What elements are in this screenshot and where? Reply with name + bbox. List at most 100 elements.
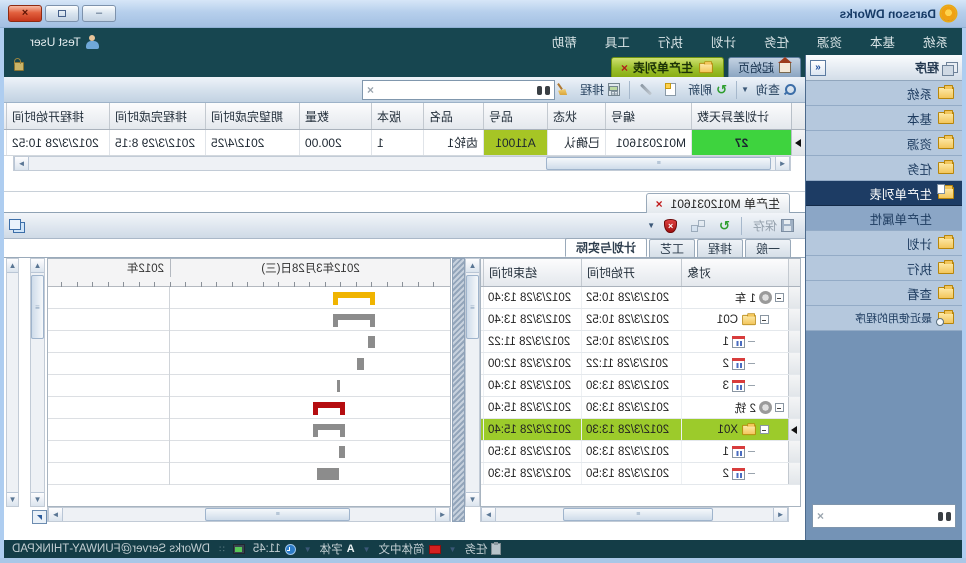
scroll-right-icon[interactable]: ► — [14, 157, 29, 170]
subtab-process[interactable]: 工艺 — [649, 239, 695, 257]
col-expected-finish[interactable]: 期望完成时间 — [205, 103, 299, 129]
scroll-thumb[interactable]: ≡ — [466, 275, 479, 339]
scroll-right-icon[interactable]: ► — [48, 508, 63, 521]
status-clock[interactable]: 11:45 — [253, 543, 296, 555]
filter-search-input[interactable] — [378, 82, 533, 98]
sidebar-item-execute[interactable]: 执行 — [806, 256, 962, 281]
sidebar-item-recent-programs[interactable]: 最近使用的程序 — [806, 306, 962, 331]
tree-row-operation[interactable]: 1 2012/3/28 13:30 2012/3/28 13:50 — [481, 441, 800, 463]
sidebar-search-input[interactable] — [828, 508, 934, 524]
query-dropdown-icon[interactable]: ▼ — [741, 85, 749, 94]
scroll-thumb[interactable]: ≡ — [563, 508, 713, 521]
schedule-button[interactable]: 排程 — [575, 79, 625, 100]
tree-horizontal-scrollbar[interactable]: ◄ ≡ ► — [480, 507, 789, 522]
subtab-schedule[interactable]: 排程 — [697, 239, 743, 257]
dropdown-icon[interactable]: ▼ — [449, 545, 457, 554]
sidebar-item-plan[interactable]: 计划 — [806, 231, 962, 256]
filter-clear-icon[interactable]: × — [367, 83, 374, 97]
workflow-button[interactable] — [686, 218, 710, 234]
menu-resource[interactable]: 资源 — [803, 32, 856, 51]
menu-basic[interactable]: 基本 — [856, 32, 909, 51]
scroll-left-icon[interactable]: ◄ — [435, 508, 450, 521]
gantt-bar[interactable] — [333, 292, 375, 298]
validate-dropdown-icon[interactable]: ▼ — [647, 221, 655, 230]
scroll-down-icon[interactable]: ▼ — [466, 492, 479, 506]
scroll-to-task-button[interactable] — [32, 510, 47, 524]
menu-task[interactable]: 任务 — [750, 32, 803, 51]
sidebar-item-task[interactable]: 任务 — [806, 156, 962, 181]
status-font-selector[interactable]: A 字体 — [320, 541, 355, 557]
scroll-right-icon[interactable]: ► — [481, 508, 496, 521]
gantt-bar[interactable] — [317, 468, 339, 480]
subtab-general[interactable]: 一般 — [745, 239, 791, 257]
scroll-up-icon[interactable]: ▲ — [7, 259, 18, 273]
subtab-plan-vs-actual[interactable]: 计划与实际 — [565, 238, 647, 257]
gantt-bar[interactable] — [333, 314, 375, 320]
gantt-bar[interactable] — [313, 402, 345, 408]
gantt-bar[interactable] — [313, 424, 345, 430]
col-object[interactable]: 对象 — [681, 259, 788, 286]
gantt-bar[interactable] — [337, 380, 340, 392]
tree-row-order[interactable]: C01 2012/3/28 10:52 2012/3/28 13:40 — [481, 309, 800, 331]
filter-search-box[interactable]: × — [362, 80, 555, 100]
sidebar-item-production-order-list[interactable]: 生产单列表 — [806, 181, 962, 206]
col-start-time[interactable]: 开始时间 — [581, 259, 681, 286]
col-item-name[interactable]: 品名 — [423, 103, 483, 129]
tab-home[interactable]: 起始页 — [728, 57, 801, 77]
save-button[interactable]: 保存 — [748, 215, 799, 236]
menu-help[interactable]: 帮助 — [538, 32, 591, 51]
tree-row-operation[interactable]: 1 2012/3/28 10:52 2012/3/28 11:22 — [481, 331, 800, 353]
col-plan-diff-days[interactable]: 计划差异天数 — [691, 103, 791, 129]
col-scheduled-start[interactable]: 排程开始时间 — [6, 103, 109, 129]
col-item-no[interactable]: 品号 — [483, 103, 547, 129]
collapse-expander-icon[interactable] — [760, 425, 769, 434]
minimize-button[interactable]: – — [82, 5, 116, 22]
scroll-left-icon[interactable]: ◄ — [775, 157, 790, 170]
panel-splitter[interactable] — [452, 258, 465, 522]
query-button[interactable]: 查询 — [751, 79, 801, 100]
window-copy-icon[interactable] — [10, 219, 25, 232]
gantt-bar[interactable] — [368, 336, 375, 348]
new-button[interactable] — [660, 81, 681, 98]
menu-plan[interactable]: 计划 — [697, 32, 750, 51]
sidebar-item-system[interactable]: 系统 — [806, 81, 962, 106]
gantt-bar[interactable] — [339, 446, 345, 458]
doc-refresh-button[interactable]: ↻ — [714, 217, 735, 234]
tree-row-operation[interactable]: 2 2012/3/28 13:50 2012/3/28 15:30 — [481, 463, 800, 485]
col-status[interactable]: 状态 — [547, 103, 605, 129]
scroll-down-icon[interactable]: ▼ — [7, 492, 18, 506]
scroll-left-icon[interactable]: ◄ — [773, 508, 788, 521]
maximize-button[interactable] — [45, 5, 79, 22]
refresh-button[interactable]: ↻ 刷新 — [683, 79, 732, 100]
close-button[interactable]: × — [8, 5, 42, 22]
col-version[interactable]: 版本 — [371, 103, 423, 129]
sidebar-search-box[interactable]: × — [812, 504, 956, 528]
status-task-button[interactable]: 任务 — [464, 541, 501, 557]
scroll-up-icon[interactable]: ▲ — [466, 259, 479, 273]
collapse-expander-icon[interactable] — [760, 315, 769, 324]
tree-row-resource[interactable]: 1 车 2012/3/28 10:52 2012/3/28 13:40 — [481, 287, 800, 309]
gantt-vertical-scrollbar[interactable]: ▲ ≡ ▼ — [30, 258, 45, 507]
document-tab-close-icon[interactable]: × — [656, 197, 663, 211]
scroll-thumb[interactable]: ≡ — [546, 157, 771, 170]
menu-execute[interactable]: 执行 — [644, 32, 697, 51]
sidebar-collapse-button[interactable]: « — [810, 60, 826, 76]
gantt-bar[interactable] — [357, 358, 364, 370]
dropdown-icon[interactable]: ▼ — [363, 545, 371, 554]
col-quantity[interactable]: 数量 — [299, 103, 371, 129]
collapse-expander-icon[interactable] — [775, 403, 784, 412]
status-language-selector[interactable]: 简体中文 — [379, 541, 441, 557]
user-box[interactable]: Test User — [4, 35, 99, 49]
tree-row-resource[interactable]: 2 铣 2012/3/28 13:30 2012/3/28 15:40 — [481, 397, 800, 419]
tab-production-order-list[interactable]: 生产单列表 × — [611, 57, 724, 77]
tab-close-icon[interactable]: × — [621, 61, 628, 75]
tree-row-operation[interactable]: 2 2012/3/28 11:22 2012/3/28 12:00 — [481, 353, 800, 375]
col-end-time[interactable]: 结束时间 — [483, 259, 581, 286]
document-tab-production-order[interactable]: 生产单 M012031601 × — [646, 193, 790, 213]
sidebar-item-basic[interactable]: 基本 — [806, 106, 962, 131]
grid-data-row[interactable]: 27 M012031601 已确认 A11001 齿轮1 1 200.00 20… — [4, 130, 805, 156]
page-vertical-scrollbar[interactable]: ▲ ▼ — [6, 258, 19, 507]
scroll-down-icon[interactable]: ▼ — [31, 492, 44, 506]
grid-horizontal-scrollbar[interactable]: ◄ ≡ ► — [13, 156, 791, 171]
tree-row-order-selected[interactable]: X01 2012/3/28 13:30 2012/3/28 15:40 — [481, 419, 800, 441]
